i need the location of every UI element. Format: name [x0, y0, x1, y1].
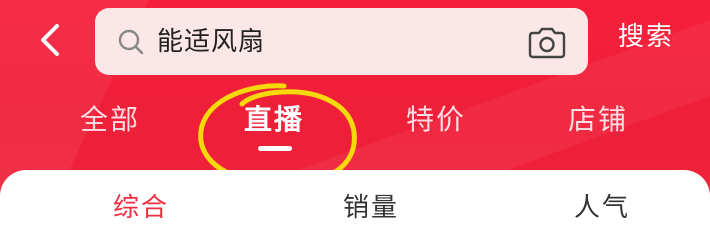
camera-icon[interactable]	[526, 26, 568, 60]
sort-popularity[interactable]: 人气	[574, 192, 630, 224]
tab-all[interactable]: 全部	[80, 102, 140, 138]
search-icon	[118, 29, 144, 55]
sort-sales[interactable]: 销量	[343, 192, 399, 224]
search-button[interactable]: 搜索	[618, 20, 674, 54]
sort-comprehensive[interactable]: 综合	[113, 192, 169, 224]
tab-live[interactable]: 直播	[244, 102, 304, 138]
back-button[interactable]	[30, 18, 70, 62]
tab-shops[interactable]: 店铺	[568, 102, 628, 138]
tab-deals[interactable]: 特价	[406, 102, 466, 138]
search-input[interactable]: 能适风扇	[157, 26, 265, 58]
chevron-left-icon	[41, 24, 59, 56]
search-box[interactable]: 能适风扇	[95, 8, 588, 75]
active-tab-indicator	[258, 146, 292, 151]
sort-panel: 综合 销量 人气	[0, 170, 710, 248]
